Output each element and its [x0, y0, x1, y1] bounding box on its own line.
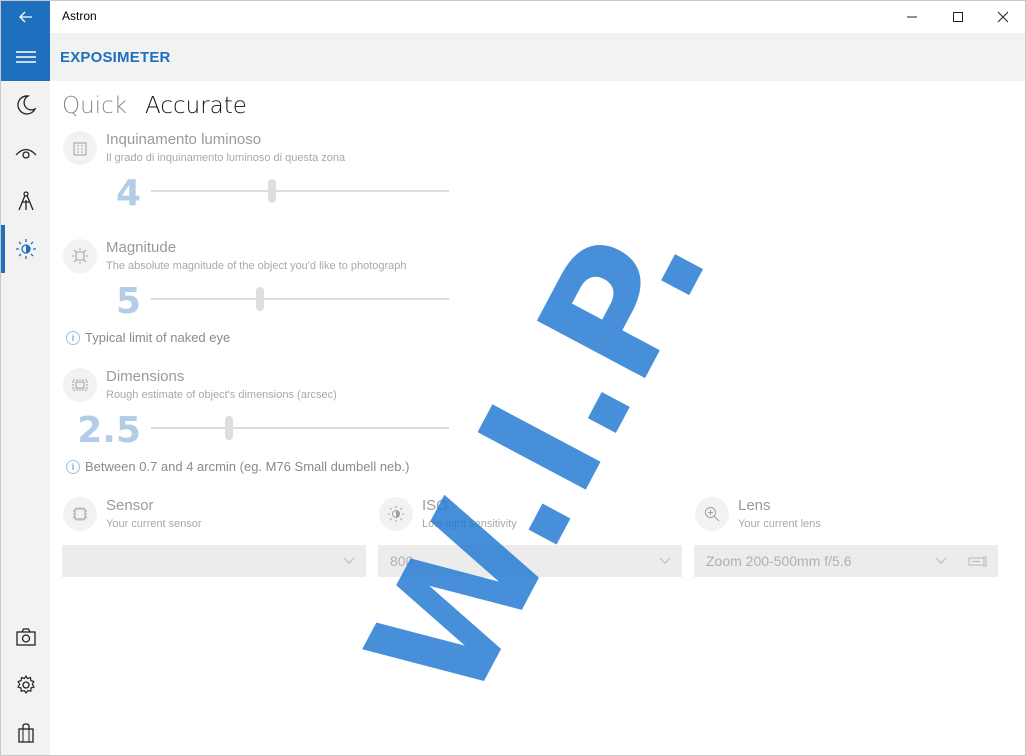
iso-description: Low-light sensitivity	[422, 518, 517, 530]
lens-selected-value: Zoom 200-500mm f/5.6	[706, 553, 852, 569]
nav-item-camera[interactable]	[1, 613, 50, 661]
dimensions-info-text: Between 0.7 and 4 arcmin (eg. M76 Small …	[85, 459, 410, 474]
telescope-icon	[17, 191, 34, 211]
iso-icon	[388, 506, 404, 522]
page-title: EXPOSIMETER	[60, 49, 171, 66]
nav-item-eye[interactable]	[1, 129, 50, 177]
lens-title: Lens	[738, 497, 771, 514]
pollution-slider-thumb[interactable]	[268, 179, 276, 203]
close-icon	[997, 11, 1009, 23]
navigation-rail	[1, 33, 50, 755]
magnitude-value: 5	[115, 281, 141, 322]
magnitude-slider[interactable]	[151, 298, 449, 300]
magnitude-description: The absolute magnitude of the object you…	[106, 260, 407, 272]
dimensions-setting-icon	[63, 368, 97, 402]
magnitude-setting-icon	[63, 239, 97, 273]
chip-icon	[73, 507, 87, 521]
minimize-icon	[907, 16, 917, 18]
active-indicator	[1, 225, 5, 273]
maximize-icon	[953, 12, 963, 22]
eye-icon	[15, 148, 36, 159]
hamburger-menu-button[interactable]	[1, 33, 50, 81]
maximize-button[interactable]	[935, 1, 981, 33]
shopping-bag-icon	[17, 723, 34, 743]
camera-icon	[15, 628, 36, 646]
sensor-setting-icon	[63, 497, 97, 531]
minimize-button[interactable]	[889, 1, 935, 33]
sensor-title: Sensor	[106, 497, 154, 514]
lens-config-icon	[968, 556, 987, 567]
pollution-title: Inquinamento luminoso	[106, 131, 262, 148]
chevron-down-icon	[935, 557, 947, 564]
magnitude-info: i Typical limit of naked eye	[66, 330, 230, 345]
light-pollution-icon	[63, 131, 97, 165]
moon-icon	[16, 95, 37, 115]
nav-item-store[interactable]	[1, 709, 50, 755]
nav-item-moon[interactable]	[1, 81, 50, 129]
iso-combobox[interactable]: 800	[378, 545, 682, 577]
dimensions-slider[interactable]	[151, 427, 449, 429]
page-header: EXPOSIMETER	[50, 33, 1025, 81]
magnitude-title: Magnitude	[106, 239, 177, 256]
info-icon: i	[66, 459, 80, 474]
app-window: Astron EXPOSIMETER Quick Accurate Inquin…	[0, 0, 1026, 756]
exposure-icon	[15, 239, 36, 259]
gear-icon	[16, 674, 35, 695]
back-button[interactable]	[1, 1, 50, 33]
title-bar: Astron	[1, 1, 1025, 33]
sensor-description: Your current sensor	[106, 518, 202, 530]
nav-item-exposimeter[interactable]	[1, 225, 50, 273]
zoom-icon	[705, 507, 720, 522]
dimensions-value: 2.5	[77, 410, 141, 451]
magnitude-info-text: Typical limit of naked eye	[85, 330, 231, 345]
lens-combobox[interactable]: Zoom 200-500mm f/5.6	[694, 545, 998, 577]
magnitude-icon	[72, 248, 88, 264]
hamburger-icon	[15, 51, 36, 63]
lens-edit-button[interactable]	[962, 545, 994, 577]
iso-selected-value: 800	[390, 553, 414, 569]
pollution-value: 4	[115, 173, 141, 214]
sensor-combobox[interactable]	[62, 545, 366, 577]
iso-setting-icon	[379, 497, 413, 531]
pollution-slider[interactable]	[151, 190, 449, 192]
dimensions-title: Dimensions	[106, 368, 185, 385]
pollution-description: Il grado di inquinamento luminoso di que…	[106, 152, 346, 164]
nav-item-telescope[interactable]	[1, 177, 50, 225]
back-arrow-icon	[18, 11, 32, 23]
lens-description: Your current lens	[738, 518, 821, 530]
dimensions-description: Rough estimate of object's dimensions (a…	[106, 389, 337, 401]
tab-quick[interactable]: Quick	[62, 93, 127, 119]
building-icon	[73, 142, 87, 156]
dimensions-icon	[72, 379, 88, 391]
dimensions-slider-thumb[interactable]	[225, 416, 233, 440]
chevron-down-icon	[659, 557, 671, 564]
dimensions-info: i Between 0.7 and 4 arcmin (eg. M76 Smal…	[66, 459, 409, 474]
nav-item-settings[interactable]	[1, 661, 50, 709]
lens-setting-icon	[695, 497, 729, 531]
info-icon: i	[66, 330, 80, 345]
tab-accurate[interactable]: Accurate	[145, 93, 247, 119]
close-button[interactable]	[980, 1, 1025, 33]
iso-title: ISO	[422, 497, 448, 514]
chevron-down-icon	[343, 557, 355, 564]
magnitude-slider-thumb[interactable]	[256, 287, 264, 311]
app-title: Astron	[62, 9, 97, 23]
